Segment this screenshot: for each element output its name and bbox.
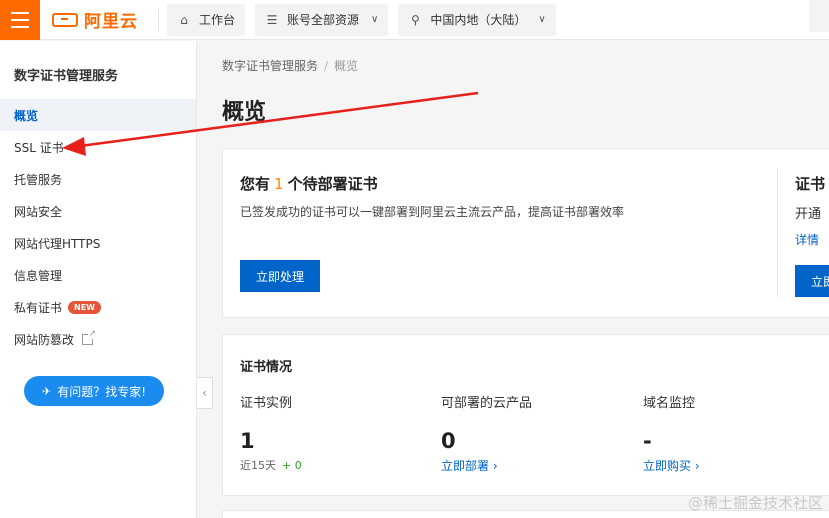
link-label: 立即部署 <box>441 459 490 473</box>
title-suffix: 个待部署证书 <box>287 175 378 193</box>
handle-now-button[interactable]: 立即处理 <box>240 260 320 292</box>
aliyun-logo[interactable]: 阿里云 <box>52 7 138 32</box>
stat-label: 可部署的云产品 <box>441 396 533 411</box>
sidebar-title: 数字证书管理服务 <box>14 69 119 84</box>
workbench-button[interactable]: ⌂ 工作台 <box>167 3 246 36</box>
stat-value: 0 <box>441 429 456 453</box>
sidebar-item-site-security[interactable]: 网站安全 <box>0 195 196 227</box>
stat-trend: 近15天 + 0 <box>240 457 302 473</box>
new-badge: NEW <box>68 300 101 314</box>
chevron-right-icon: › <box>694 459 700 473</box>
sidebar-item-label: 概览 <box>14 108 39 123</box>
sidebar-item-label: 网站安全 <box>14 204 63 219</box>
deploy-now-link[interactable]: 立即部署 › <box>441 457 532 474</box>
chevron-left-icon: ‹ <box>202 386 207 400</box>
breadcrumb-current: 概览 <box>334 59 359 73</box>
resource-icon: ☰ <box>266 12 278 27</box>
divider <box>777 169 778 297</box>
buy-now-link[interactable]: 立即购买 › <box>643 457 700 474</box>
chevron-down-icon: ∨ <box>371 14 379 25</box>
watermark: @稀土掘金技术社区 <box>687 494 823 512</box>
sidebar: 数字证书管理服务 概览 SSL 证书 托管服务 网站安全 网站代理HTTPS 信… <box>0 41 197 518</box>
sidebar-item-label: 网站防篡改 <box>14 332 75 347</box>
region-selector[interactable]: ⚲ 中国内地（大陆） ∨ <box>398 3 556 36</box>
stat-period: 近15天 <box>240 459 276 472</box>
stat-label: 证书实例 <box>240 396 293 411</box>
stat-delta: + 0 <box>282 459 302 472</box>
collapse-sidebar-handle[interactable]: ‹ <box>197 377 213 409</box>
stat-value: - <box>643 429 652 453</box>
stat-cert-instances: 证书实例 1 近15天 + 0 <box>240 392 302 473</box>
chevron-right-icon: › <box>492 459 498 473</box>
sidebar-item-label: 信息管理 <box>14 268 63 283</box>
chat-bird-icon: ✈ <box>41 384 52 398</box>
cert-status-title: 证书情况 <box>240 360 293 375</box>
stat-domain-monitor: 域名监控 - 立即购买 › <box>643 392 700 474</box>
pending-deploy-title: 您有 1 个待部署证书 <box>240 173 378 194</box>
details-link[interactable]: 详情 <box>795 231 819 248</box>
pending-deploy-desc: 已签发成功的证书可以一键部署到阿里云主流云产品，提高证书部署效率 <box>240 205 625 219</box>
breadcrumb-separator: / <box>324 59 329 73</box>
logo-text: 阿里云 <box>84 12 138 32</box>
stat-value: 1 <box>240 429 255 453</box>
stat-deployable-products: 可部署的云产品 0 立即部署 › <box>441 392 532 474</box>
breadcrumb: 数字证书管理服务 / 概览 <box>222 57 358 74</box>
page-title: 概览 <box>222 100 267 125</box>
sidebar-item-hosting[interactable]: 托管服务 <box>0 163 196 195</box>
right-panel-desc: 开通 <box>795 207 822 222</box>
ask-expert-label: 有问题？找专家! <box>57 384 147 399</box>
home-icon: ⌂ <box>180 12 188 27</box>
hamburger-menu-icon[interactable] <box>0 0 40 40</box>
sidebar-item-label: SSL 证书 <box>14 140 64 155</box>
right-panel-title: 证书 <box>795 175 826 193</box>
cert-status-card: 证书情况 证书实例 1 近15天 + 0 可部署的云产品 0 立即部署 › 域名监… <box>222 334 829 496</box>
sidebar-item-label: 托管服务 <box>14 172 63 187</box>
search-box[interactable] <box>809 0 829 32</box>
right-panel-button[interactable]: 立即 <box>795 265 829 297</box>
aliyun-logo-mark <box>52 12 78 27</box>
link-label: 立即购买 <box>643 459 692 473</box>
title-prefix: 您有 <box>240 175 271 193</box>
sidebar-item-ssl-cert[interactable]: SSL 证书 <box>0 131 196 163</box>
chevron-down-icon: ∨ <box>538 14 546 25</box>
stat-label: 域名监控 <box>643 396 696 411</box>
external-link-icon <box>82 328 97 345</box>
top-bar: 阿里云 ⌂ 工作台 ☰ 账号全部资源 ∨ ⚲ 中国内地（大陆） ∨ <box>0 0 829 40</box>
resource-selector[interactable]: ☰ 账号全部资源 ∨ <box>255 3 389 36</box>
sidebar-item-https-proxy[interactable]: 网站代理HTTPS <box>0 227 196 259</box>
divider <box>158 8 159 31</box>
pending-deploy-card: 您有 1 个待部署证书 已签发成功的证书可以一键部署到阿里云主流云产品，提高证书部署… <box>222 148 829 318</box>
sidebar-item-private-cert[interactable]: 私有证书 NEW <box>0 291 196 323</box>
sidebar-item-label: 私有证书 <box>14 300 63 315</box>
sidebar-item-label: 网站代理HTTPS <box>14 236 101 251</box>
ask-expert-button[interactable]: ✈ 有问题？找专家! <box>24 376 164 406</box>
sidebar-item-tamper-protection[interactable]: 网站防篡改 <box>0 323 196 355</box>
breadcrumb-link[interactable]: 数字证书管理服务 <box>222 59 318 73</box>
workbench-label: 工作台 <box>199 13 236 27</box>
location-pin-icon: ⚲ <box>410 12 420 27</box>
sidebar-item-overview[interactable]: 概览 <box>0 99 196 131</box>
region-label: 中国内地（大陆） <box>430 13 527 27</box>
sidebar-item-info-management[interactable]: 信息管理 <box>0 259 196 291</box>
resource-label: 账号全部资源 <box>287 13 360 27</box>
pending-count: 1 <box>274 175 284 193</box>
